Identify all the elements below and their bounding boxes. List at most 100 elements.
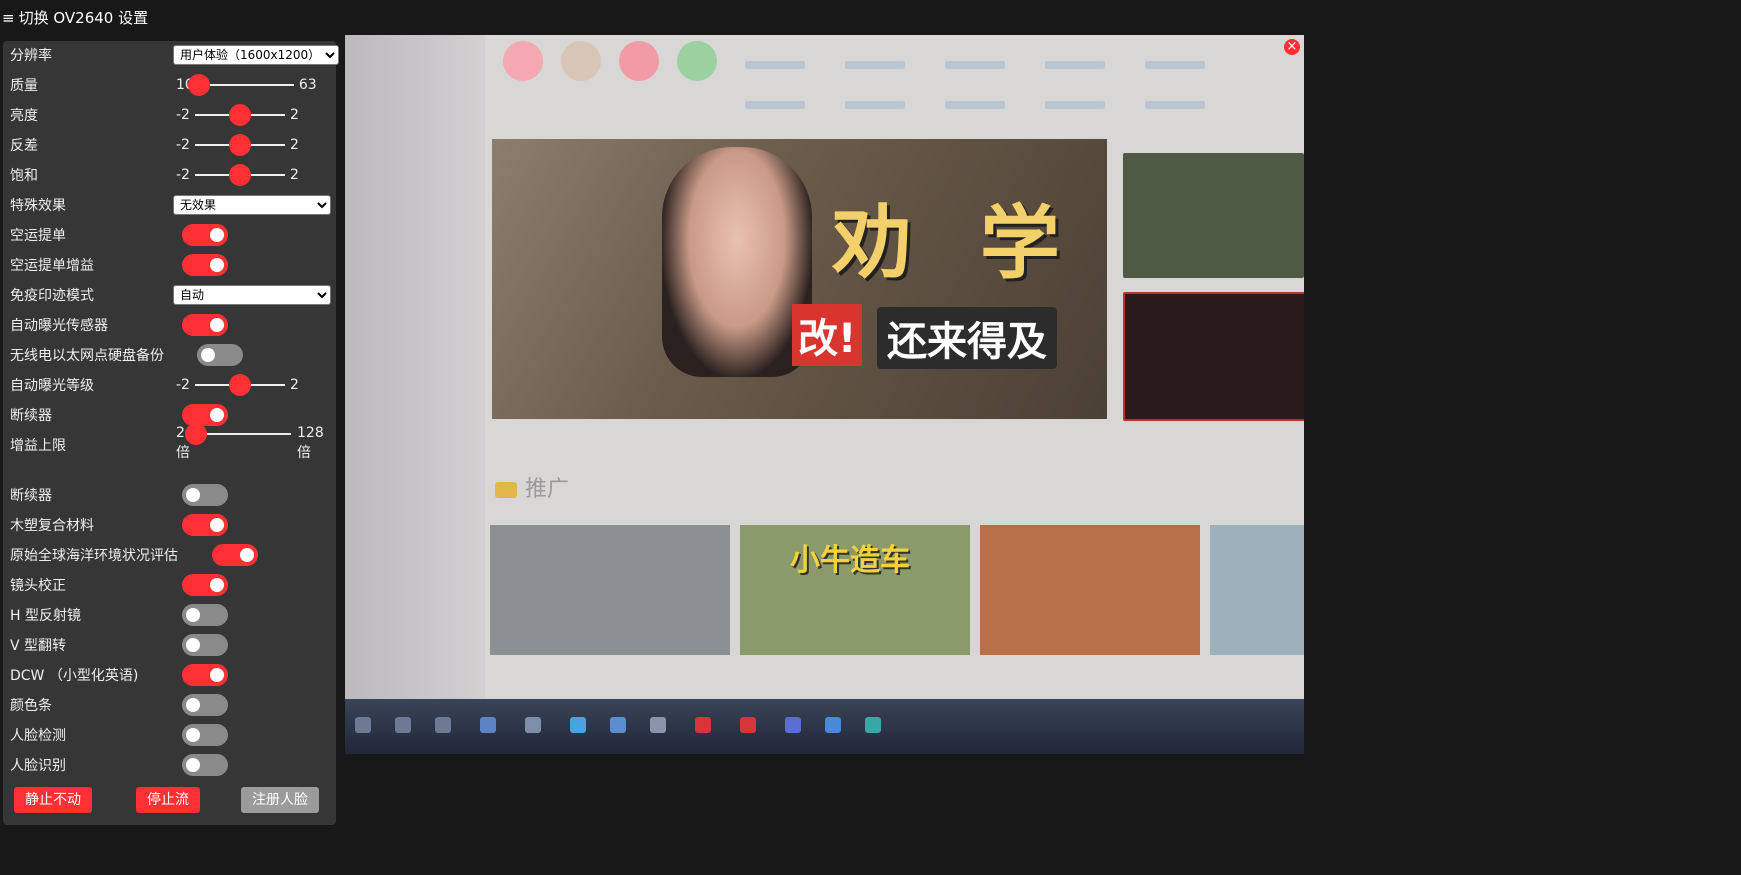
awb-row: 空运提单: [10, 222, 332, 248]
colorbar-toggle[interactable]: [182, 694, 228, 716]
ae-level-track[interactable]: [194, 374, 285, 396]
hmirror-row: H 型反射镜: [10, 602, 332, 628]
brightness-slider[interactable]: -2 2: [176, 104, 299, 126]
quality-max: 63: [298, 77, 317, 93]
stop-stream-button[interactable]: 停止流: [136, 787, 200, 813]
captured-side-card: [1123, 153, 1304, 278]
face-recognize-row: 人脸识别: [10, 752, 332, 778]
vflip-label: V 型翻转: [10, 638, 67, 654]
gain-ceiling-min-unit: 倍: [176, 445, 190, 461]
raw-gma-row: 原始全球海洋环境状况评估: [10, 542, 332, 568]
ae-level-thumb[interactable]: [228, 374, 251, 396]
wpc-row: 木塑复合材料: [10, 512, 332, 538]
captured-taskbar: [345, 699, 1304, 754]
gain-ceiling-max-value: 128: [297, 425, 324, 441]
special-effect-row: 特殊效果 无效果: [10, 192, 332, 218]
contrast-track[interactable]: [194, 134, 285, 156]
enroll-face-button[interactable]: 注册人脸: [241, 787, 319, 813]
captured-thumbnail: 小牛造车: [740, 525, 970, 655]
face-detect-label: 人脸检测: [10, 728, 66, 744]
dcw-label: DCW （小型化英语): [10, 668, 139, 684]
saturation-slider[interactable]: -2 2: [176, 164, 299, 186]
raw-gma-toggle[interactable]: [212, 544, 258, 566]
captured-side-card: [1123, 292, 1304, 421]
bpc-toggle[interactable]: [182, 484, 228, 506]
contrast-thumb[interactable]: [228, 134, 251, 156]
raw-gma-toggle-knob: [240, 548, 254, 562]
hamburger-menu-icon[interactable]: ≡: [2, 9, 15, 27]
dcw-row: DCW （小型化英语): [10, 662, 332, 688]
captured-nav-stub: [845, 61, 905, 69]
awb-label: 空运提单: [10, 228, 66, 244]
awb-gain-toggle[interactable]: [182, 254, 228, 276]
brightness-thumb[interactable]: [228, 104, 251, 126]
wb-mode-row: 免疫印迹模式 自动: [10, 282, 332, 308]
quality-track[interactable]: [187, 74, 294, 96]
raw-gma-label: 原始全球海洋环境状况评估: [10, 548, 178, 564]
saturation-thumb[interactable]: [228, 164, 251, 186]
captured-banner-title: 劝 学: [832, 197, 1080, 290]
hmirror-toggle-knob: [186, 608, 200, 622]
gain-ceiling-label: 增益上限: [10, 438, 66, 454]
gain-ceiling-slider[interactable]: 2 倍 128 倍: [176, 423, 324, 467]
resolution-label: 分辨率: [10, 48, 52, 64]
aec-sensor-toggle[interactable]: [182, 314, 228, 336]
awb-toggle[interactable]: [182, 224, 228, 246]
aec-dsp-label: 无线电以太网点硬盘备份: [10, 348, 164, 364]
captured-taskbar-icon: [480, 717, 496, 733]
colorbar-row: 颜色条: [10, 692, 332, 718]
lenc-row: 镜头校正: [10, 572, 332, 598]
captured-nav-stub: [1145, 101, 1205, 109]
brightness-track[interactable]: [194, 104, 285, 126]
captured-taskbar-icon: [525, 717, 541, 733]
aec-sensor-toggle-knob: [210, 318, 224, 332]
lenc-label: 镜头校正: [10, 578, 66, 594]
vflip-toggle[interactable]: [182, 634, 228, 656]
wpc-toggle-knob: [210, 518, 224, 532]
gain-ceiling-thumb[interactable]: [185, 423, 207, 445]
menu-header[interactable]: ≡ 切换 OV2640 设置: [2, 8, 148, 28]
vflip-toggle-knob: [186, 638, 200, 652]
bpc-label: 断续器: [10, 488, 52, 504]
face-recognize-toggle[interactable]: [182, 754, 228, 776]
awb-toggle-knob: [210, 228, 224, 242]
quality-slider[interactable]: 10 63: [176, 74, 317, 96]
stream-left-shade: [345, 35, 485, 754]
ae-level-row: 自动曝光等级 -2 2: [10, 372, 332, 398]
still-button[interactable]: 静止不动: [14, 787, 92, 813]
lenc-toggle-knob: [210, 578, 224, 592]
captured-thumbnail: [490, 525, 730, 655]
dcw-toggle-knob: [210, 668, 224, 682]
vflip-row: V 型翻转: [10, 632, 332, 658]
bpc-toggle-knob: [186, 488, 200, 502]
contrast-slider[interactable]: -2 2: [176, 134, 299, 156]
resolution-select[interactable]: 用户体验（1600x1200）: [173, 45, 339, 65]
wpc-toggle[interactable]: [182, 514, 228, 536]
brightness-max: 2: [289, 107, 299, 123]
dcw-toggle[interactable]: [182, 664, 228, 686]
close-stream-icon[interactable]: ×: [1284, 39, 1300, 55]
face-detect-toggle[interactable]: [182, 724, 228, 746]
captured-hot-icon: [619, 41, 659, 81]
captured-person: [662, 147, 812, 377]
gain-ceiling-track[interactable]: [185, 423, 291, 445]
captured-nav-stub: [1045, 101, 1105, 109]
hmirror-label: H 型反射镜: [10, 608, 81, 624]
bpc-row: 断续器: [10, 482, 332, 508]
lenc-toggle[interactable]: [182, 574, 228, 596]
hmirror-toggle[interactable]: [182, 604, 228, 626]
ae-level-min: -2: [176, 377, 190, 393]
captured-nav-stub: [745, 101, 805, 109]
ae-level-max: 2: [289, 377, 299, 393]
camera-stream-image: 劝 学 改! 还来得及 推广 小牛造车 ×: [345, 35, 1304, 754]
special-effect-select[interactable]: 无效果: [173, 195, 331, 215]
quality-thumb[interactable]: [187, 74, 210, 96]
aec-dsp-row: 无线电以太网点硬盘备份: [10, 342, 332, 368]
wb-mode-select[interactable]: 自动: [173, 285, 331, 305]
captured-avatar-icon: [561, 41, 601, 81]
aec-dsp-toggle[interactable]: [197, 344, 243, 366]
saturation-track[interactable]: [194, 164, 285, 186]
captured-taskbar-icon: [650, 717, 666, 733]
contrast-label: 反差: [10, 138, 38, 154]
ae-level-slider[interactable]: -2 2: [176, 374, 299, 396]
